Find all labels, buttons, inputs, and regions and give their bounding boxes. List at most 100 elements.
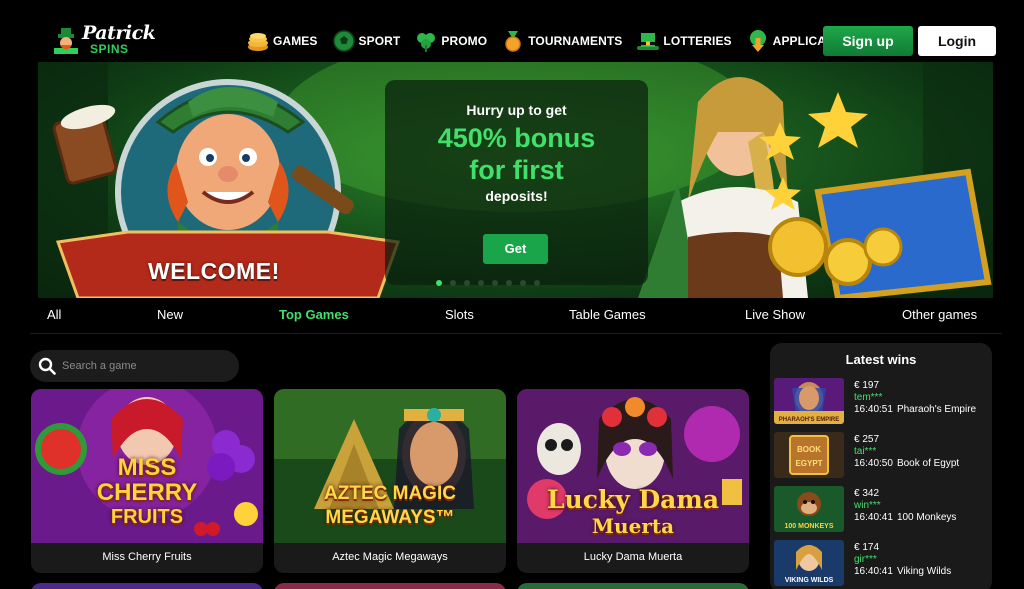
win-entry[interactable]: BOOK EGYPT € 257 tai*** 16:40:50 Book of … [774,432,992,480]
nav-promo[interactable]: PROMO [414,29,487,53]
aztec-art-title: AZTEC MAGIC MEGAWAYS™ [274,482,506,530]
tabs-divider [30,333,1002,334]
tab-other-games[interactable]: Other games [902,307,977,322]
signup-button[interactable]: Sign up [823,26,913,56]
art-text-aztec-magic: AZTEC MAGIC [324,483,456,504]
win-entry[interactable]: PHARAOH'S EMPIRE € 197 tem*** 16:40:51 Ph… [774,378,992,426]
tab-slots[interactable]: Slots [445,307,474,322]
medal-icon [505,31,521,52]
game-card-miss-cherry-fruits[interactable]: MISS CHERRY FRUITS Miss Cherry Fruits [31,389,263,573]
promo-headline: Hurry up to get [466,102,567,118]
100-monkeys-thumbnail: 100 MONKEYS [774,486,844,532]
tab-all[interactable]: All [47,307,61,322]
win-game-link[interactable]: Viking Wilds [897,566,951,577]
game-card-next-row[interactable] [517,583,749,589]
welcome-ribbon-text: WELCOME! [148,258,280,284]
win-time: 16:40:50 [854,458,893,469]
svg-text:VIKING WILDS: VIKING WILDS [785,577,834,584]
win-game-link[interactable]: Pharaoh's Empire [897,404,976,415]
nav-tournaments[interactable]: TOURNAMENTS [501,29,622,53]
nav-sport[interactable]: SPORT [332,29,401,53]
game-card-next-row[interactable] [31,583,263,589]
promo-bonus-line2: for first [469,155,564,185]
art-text-megaways: MEGAWAYS™ [325,507,455,528]
carousel-dot[interactable] [506,280,512,286]
promo-banner[interactable]: Hurry up to get 450% bonus for first dep… [38,62,993,298]
art-text-lucky-dama: Lucky Dama [546,485,720,514]
coins-icon [248,33,268,51]
game-card-aztec-magic-megaways[interactable]: AZTEC MAGIC MEGAWAYS™ Aztec Magic Megawa… [274,389,506,573]
svg-text:BOOK: BOOK [797,445,821,454]
nav-sport-label: SPORT [358,34,401,48]
win-entry[interactable]: VIKING WILDS € 174 gir*** 16:40:41 Viking… [774,540,992,588]
win-meta: 16:40:41 100 Monkeys [854,512,956,523]
top-header: Patrick SPINS GAMES SPORT PROMO TOURNAME… [0,0,1024,62]
carousel-dot[interactable] [492,280,498,286]
carousel-dot[interactable] [464,280,470,286]
book-of-egypt-thumbnail: BOOK EGYPT [774,432,844,478]
tab-table-games[interactable]: Table Games [569,307,646,322]
art-text-cherry: CHERRY [96,479,198,506]
art-text-muerta: Muerta [591,514,675,538]
win-game-link[interactable]: 100 Monkeys [897,512,956,523]
game-card-next-row[interactable] [274,583,506,589]
carousel-dot[interactable] [478,280,484,286]
search-icon [38,357,56,375]
download-icon [749,30,766,52]
win-meta: 16:40:50 Book of Egypt [854,458,959,469]
leprechaun-logo-icon [54,28,78,54]
art-text-fruits: FRUITS [110,506,184,528]
tab-live-show[interactable]: Live Show [745,307,805,322]
svg-text:PHARAOH'S EMPIRE: PHARAOH'S EMPIRE [779,417,839,423]
tab-new[interactable]: New [157,307,183,322]
leprechaun-hat-icon [637,33,660,50]
soccer-ball-icon [332,30,355,52]
win-time: 16:40:41 [854,512,893,523]
win-amount: € 174 [854,542,880,553]
nav-games-label: GAMES [273,34,318,48]
game-card-lucky-dama-muerta[interactable]: Lucky Dama Muerta Lucky Dama Muerta [517,389,749,573]
viking-wilds-thumbnail: VIKING WILDS [774,540,844,586]
win-amount: € 197 [854,380,880,391]
latest-wins-title: Latest wins [845,352,917,367]
carousel-dot[interactable] [520,280,526,286]
art-text-miss: MISS [117,454,177,481]
promo-offer-box: Hurry up to get 450% bonus for first dep… [385,80,648,285]
win-amount: € 342 [854,488,880,499]
win-entry[interactable]: 100 MONKEYS € 342 win*** 16:40:41 100 Mon… [774,486,992,534]
win-user: win*** [854,500,881,511]
win-user: gir*** [854,554,877,565]
svg-text:EGYPT: EGYPT [795,459,822,468]
win-user: tem*** [854,392,883,403]
carousel-dot[interactable] [534,280,540,286]
get-bonus-button[interactable]: Get [483,234,548,264]
patrick-spins-logo[interactable]: Patrick SPINS [52,22,156,58]
win-time: 16:40:51 [854,404,893,415]
nav-lotteries-label: LOTTERIES [663,34,732,48]
carousel-dot-active[interactable] [436,280,442,286]
logo-text-spins: SPINS [90,42,129,56]
win-user: tai*** [854,446,877,457]
logo-text-patrick: Patrick [82,22,156,44]
main-nav: GAMES SPORT PROMO TOURNAMENTS LOTTERIES … [246,28,868,54]
game-name: Aztec Magic Megaways [332,551,448,563]
carousel-dots [436,280,548,286]
game-name: Miss Cherry Fruits [102,551,192,563]
svg-text:100 MONKEYS: 100 MONKEYS [784,523,833,530]
login-button[interactable]: Login [918,26,996,56]
win-game-link[interactable]: Book of Egypt [897,458,959,469]
nav-games[interactable]: GAMES [246,29,318,53]
nav-lotteries[interactable]: LOTTERIES [636,29,732,53]
tab-top-games[interactable]: Top Games [279,307,349,322]
miss-cherry-art-title: MISS CHERRY FRUITS [31,455,263,530]
pharaohs-empire-thumbnail: PHARAOH'S EMPIRE [774,378,844,424]
win-amount: € 257 [854,434,880,445]
win-meta: 16:40:41 Viking Wilds [854,566,951,577]
game-name: Lucky Dama Muerta [583,551,683,563]
carousel-dot[interactable] [450,280,456,286]
game-category-tabs: All New Top Games Slots Table Games Live… [0,300,1024,332]
promo-bonus-amount: 450% bonus [437,123,596,153]
search-input[interactable] [62,356,232,376]
clover-icon [417,33,436,52]
game-search [30,350,239,382]
